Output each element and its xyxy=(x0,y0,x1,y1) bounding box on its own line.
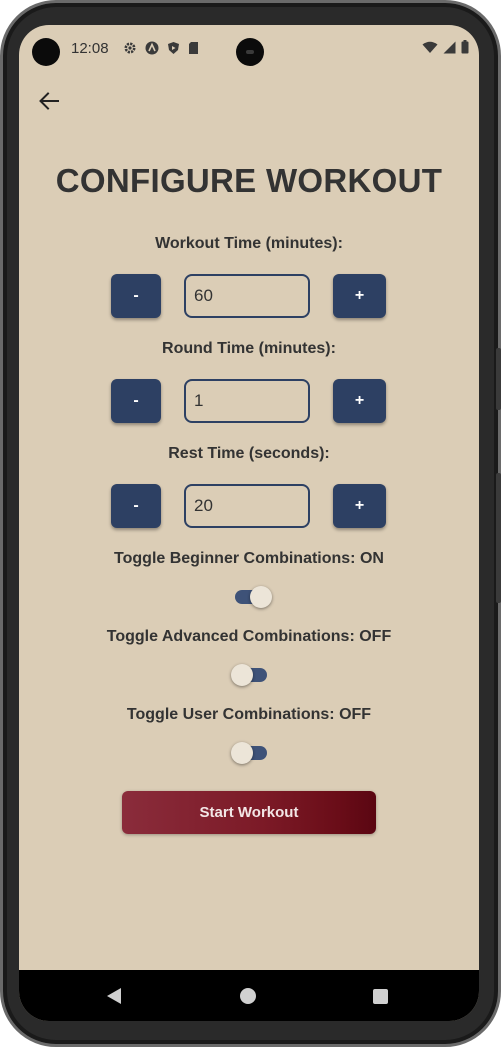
workout-time-label: Workout Time (minutes): xyxy=(155,235,343,252)
arrow-left-icon xyxy=(39,92,59,110)
round-time-decrement-button[interactable]: - xyxy=(111,379,161,423)
status-bar: 12:08 xyxy=(19,25,479,73)
app-screen: 12:08 CONFIGURE WORKOUT Workout Time (mi… xyxy=(19,25,479,1021)
status-time: 12:08 xyxy=(71,40,109,57)
back-triangle-icon[interactable] xyxy=(107,988,121,1004)
home-circle-icon[interactable] xyxy=(240,988,256,1004)
round-time-label: Round Time (minutes): xyxy=(162,340,336,357)
round-time-input[interactable] xyxy=(184,379,310,423)
app-icon xyxy=(145,41,159,58)
recents-square-icon[interactable] xyxy=(373,989,388,1004)
beginner-combinations-switch[interactable] xyxy=(235,585,272,609)
switch-thumb xyxy=(250,586,272,608)
round-time-increment-button[interactable]: + xyxy=(333,379,386,423)
advanced-combinations-switch[interactable] xyxy=(231,663,271,687)
workout-time-increment-button[interactable]: + xyxy=(333,274,386,318)
start-workout-button[interactable]: Start Workout xyxy=(122,791,376,834)
user-combinations-switch[interactable] xyxy=(231,741,271,765)
front-sensor xyxy=(32,38,60,66)
workout-time-input[interactable] xyxy=(184,274,310,318)
rest-time-increment-button[interactable]: + xyxy=(333,484,386,528)
settings-icon xyxy=(123,41,137,58)
front-camera xyxy=(236,38,264,66)
switch-thumb xyxy=(231,664,253,686)
power-button xyxy=(496,473,501,603)
volume-button xyxy=(496,348,501,410)
phone-frame: 12:08 CONFIGURE WORKOUT Workout Time (mi… xyxy=(0,0,501,1047)
rest-time-input[interactable] xyxy=(184,484,310,528)
battery-icon xyxy=(461,40,469,57)
system-nav-bar xyxy=(19,970,479,1021)
sd-card-icon xyxy=(188,41,199,58)
back-button[interactable] xyxy=(35,87,63,115)
wifi-icon xyxy=(422,41,438,57)
shield-icon xyxy=(167,41,180,58)
rest-time-decrement-button[interactable]: - xyxy=(111,484,161,528)
switch-thumb xyxy=(231,742,253,764)
workout-time-decrement-button[interactable]: - xyxy=(111,274,161,318)
rest-time-label: Rest Time (seconds): xyxy=(168,445,330,462)
beginner-toggle-label: Toggle Beginner Combinations: ON xyxy=(114,550,384,567)
page-title: CONFIGURE WORKOUT xyxy=(55,162,443,199)
advanced-toggle-label: Toggle Advanced Combinations: OFF xyxy=(106,628,392,645)
signal-icon xyxy=(443,41,456,57)
user-toggle-label: Toggle User Combinations: OFF xyxy=(126,706,372,723)
